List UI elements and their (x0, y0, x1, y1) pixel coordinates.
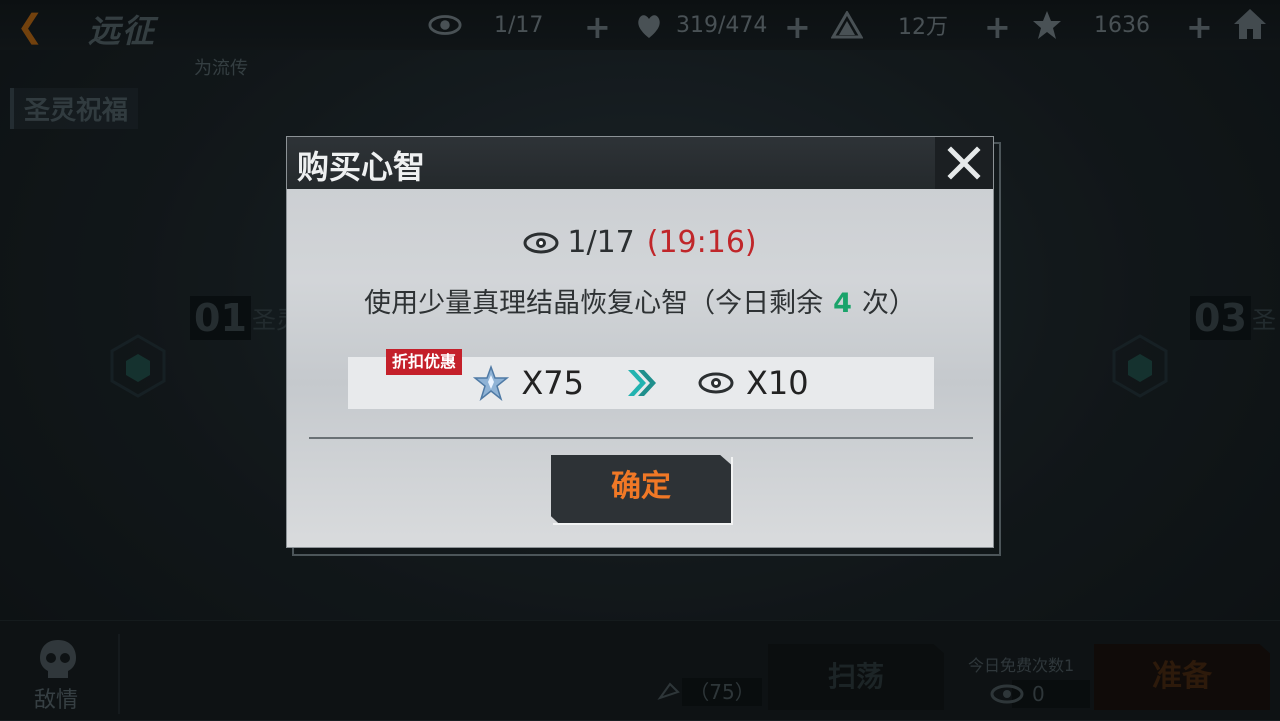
confirm-button[interactable]: 确定 (551, 455, 733, 525)
stamina-value: 1/17 (567, 225, 635, 260)
double-arrow-icon (628, 370, 656, 396)
dialog-description: 使用少量真理结晶恢复心智（今日剩余 4 次） (364, 288, 916, 319)
stamina-status: 1/17 (19:16) (287, 225, 993, 260)
buy-stamina-dialog: 购买心智 1/17 (19:16) 使用少量真理结晶恢复心智（今日剩余 4 次） 折… (286, 136, 994, 548)
dialog-header: 购买心智 (287, 137, 993, 189)
exchange-panel: 折扣优惠 X75 X10 (348, 349, 934, 409)
dialog-title: 购买心智 (297, 148, 426, 186)
recovery-timer: (19:16) (646, 225, 757, 260)
close-icon[interactable] (947, 146, 981, 180)
gain-amount: X10 (746, 364, 809, 402)
crystal-star-icon (473, 365, 510, 401)
close-button[interactable] (935, 137, 993, 189)
confirm-label: 确定 (611, 469, 671, 504)
cost-amount: X75 (521, 364, 584, 402)
eye-icon (523, 232, 559, 253)
remaining-count: 4 (833, 288, 852, 319)
eye-icon (698, 372, 734, 394)
divider (309, 437, 973, 439)
